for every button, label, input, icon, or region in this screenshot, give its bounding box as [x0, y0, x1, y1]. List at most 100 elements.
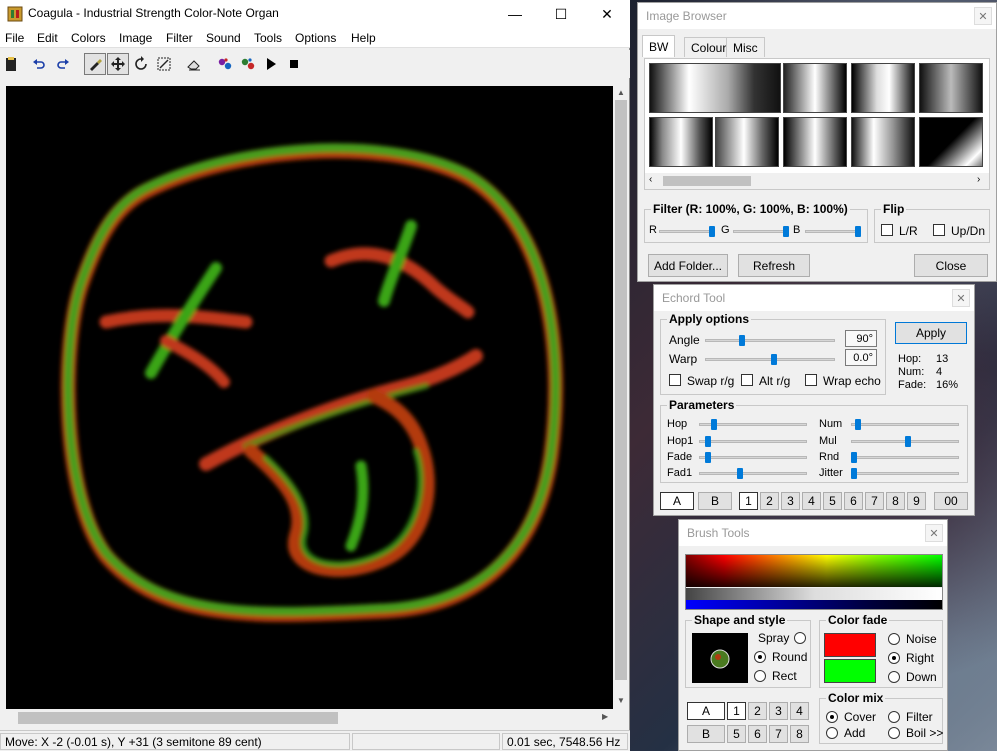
transform-icon[interactable] [153, 53, 175, 75]
scroll-left-icon[interactable]: ‹ [649, 174, 652, 185]
tab-misc[interactable]: Misc [726, 37, 765, 57]
scroll-right-icon[interactable]: ▶ [602, 712, 608, 721]
echord-preset-8[interactable]: 8 [886, 492, 905, 510]
tab-bw[interactable]: BW [642, 35, 676, 57]
filter-b-slider[interactable] [805, 230, 859, 233]
filter-g-slider[interactable] [733, 230, 787, 233]
echord-preset-00[interactable]: 00 [934, 492, 968, 510]
scroll-down-icon[interactable]: ▼ [617, 696, 625, 705]
filter-b-thumb[interactable] [855, 226, 861, 237]
angle-value-field[interactable]: 90° [845, 330, 877, 347]
brush-preset-b[interactable]: B [687, 725, 725, 743]
thumbnail-scroll-thumb[interactable] [663, 176, 751, 186]
param-num-slider[interactable] [851, 423, 959, 426]
menu-filter[interactable]: Filter [166, 31, 193, 45]
thumbnail-2[interactable] [783, 63, 847, 113]
menu-file[interactable]: File [5, 31, 24, 45]
brush-preset-8[interactable]: 8 [790, 725, 809, 743]
vertical-scroll-thumb[interactable] [615, 100, 627, 680]
thumbnail-9[interactable] [919, 117, 983, 167]
minimize-button[interactable]: — [492, 0, 538, 28]
echord-title[interactable]: Echord Tool [654, 285, 974, 311]
close-button[interactable]: Close [914, 254, 988, 277]
image-browser-close-icon[interactable]: ✕ [974, 7, 992, 25]
param-fad1-thumb[interactable] [737, 468, 743, 479]
echord-preset-b[interactable]: B [698, 492, 732, 510]
fade-down-radio[interactable] [888, 671, 900, 683]
add-folder-button[interactable]: Add Folder... [648, 254, 728, 277]
wrap-echo-checkbox[interactable] [805, 374, 817, 386]
scroll-up-icon[interactable]: ▲ [617, 88, 625, 97]
mix-cover-radio[interactable] [826, 711, 838, 723]
brush-tools-title[interactable]: Brush Tools [679, 520, 947, 546]
echord-preset-7[interactable]: 7 [865, 492, 884, 510]
thumbnail-6[interactable] [715, 117, 779, 167]
round-radio[interactable] [754, 651, 766, 663]
param-hop-thumb[interactable] [711, 419, 717, 430]
blue-strip[interactable] [686, 600, 942, 609]
horizontal-scrollbar[interactable]: ▶ [6, 709, 613, 727]
param-fade-thumb[interactable] [705, 452, 711, 463]
filter-g-thumb[interactable] [783, 226, 789, 237]
brush-close-icon[interactable]: ✕ [925, 524, 943, 542]
fade-start-color[interactable] [824, 633, 876, 657]
flip-lr-checkbox[interactable] [881, 224, 893, 236]
alt-rg-checkbox[interactable] [741, 374, 753, 386]
warp-slider[interactable] [705, 358, 835, 361]
undo-icon[interactable] [28, 53, 50, 75]
menu-options[interactable]: Options [295, 31, 336, 45]
fade-end-color[interactable] [824, 659, 876, 683]
title-bar[interactable]: Coagula - Industrial Strength Color-Note… [0, 0, 630, 28]
rotate-icon[interactable] [130, 53, 152, 75]
echord-preset-6[interactable]: 6 [844, 492, 863, 510]
echord-preset-5[interactable]: 5 [823, 492, 842, 510]
param-jitter-slider[interactable] [851, 472, 959, 475]
param-num-thumb[interactable] [855, 419, 861, 430]
paste-icon[interactable] [0, 53, 22, 75]
brush-preset-1[interactable]: 1 [727, 702, 746, 720]
mix-boil-radio[interactable] [888, 727, 900, 739]
brush-icon[interactable] [84, 53, 106, 75]
brush-preset-5[interactable]: 5 [727, 725, 746, 743]
filter-r-slider[interactable] [659, 230, 713, 233]
thumbnail-7[interactable] [783, 117, 847, 167]
move-icon[interactable] [107, 53, 129, 75]
brush-preset-a[interactable]: A [687, 702, 725, 720]
gray-strip[interactable] [686, 588, 942, 600]
param-hop1-thumb[interactable] [705, 436, 711, 447]
image-browser-title[interactable]: Image Browser [638, 3, 996, 29]
maximize-button[interactable]: ☐ [538, 0, 584, 28]
thumbnail-5[interactable] [649, 117, 713, 167]
brush-preset-2[interactable]: 2 [748, 702, 767, 720]
redo-icon[interactable] [52, 53, 74, 75]
echord-preset-9[interactable]: 9 [907, 492, 926, 510]
param-rnd-slider[interactable] [851, 456, 959, 459]
angle-thumb[interactable] [739, 335, 745, 346]
param-mul-thumb[interactable] [905, 436, 911, 447]
fade-noise-radio[interactable] [888, 633, 900, 645]
thumbnail-1[interactable] [649, 63, 781, 113]
param-fad1-slider[interactable] [699, 472, 807, 475]
angle-slider[interactable] [705, 339, 835, 342]
echord-preset-a[interactable]: A [660, 492, 694, 510]
close-button[interactable]: ✕ [584, 0, 630, 28]
spray-radio[interactable] [794, 632, 806, 644]
menu-help[interactable]: Help [351, 31, 376, 45]
warp-thumb[interactable] [771, 354, 777, 365]
echord-close-icon[interactable]: ✕ [952, 289, 970, 307]
menu-sound[interactable]: Sound [206, 31, 241, 45]
mix-add-radio[interactable] [826, 727, 838, 739]
echord-preset-4[interactable]: 4 [802, 492, 821, 510]
rect-radio[interactable] [754, 670, 766, 682]
thumbnail-8[interactable] [851, 117, 915, 167]
param-hop1-slider[interactable] [699, 440, 807, 443]
horizontal-scroll-thumb[interactable] [18, 712, 338, 724]
echord-preset-1[interactable]: 1 [739, 492, 758, 510]
stop-icon[interactable] [283, 53, 305, 75]
menu-tools[interactable]: Tools [254, 31, 282, 45]
swap-rg-checkbox[interactable] [669, 374, 681, 386]
thumbnail-4[interactable] [919, 63, 983, 113]
image-canvas[interactable] [6, 86, 613, 709]
warp-value-field[interactable]: 0.0° [845, 349, 877, 366]
brush-preset-4[interactable]: 4 [790, 702, 809, 720]
